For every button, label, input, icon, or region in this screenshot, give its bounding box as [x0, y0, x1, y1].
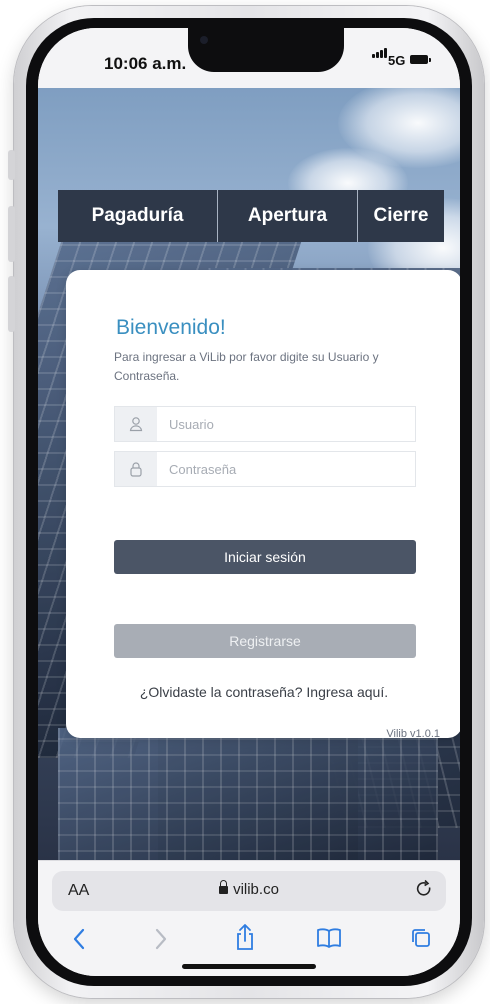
share-icon[interactable]: [234, 923, 256, 956]
url-text: vilib.co: [233, 881, 279, 898]
front-camera: [200, 36, 208, 44]
top-nav: Pagaduría Apertura Cierre: [58, 190, 444, 242]
browser-bar: AA vilib.co: [38, 860, 460, 976]
login-title: Bienvenido!: [116, 316, 226, 339]
phone-screen: 10:06 a.m. 5G Pagaduría Apertura Cierre …: [38, 28, 460, 976]
back-icon[interactable]: [72, 927, 86, 956]
lock-icon: [219, 880, 229, 895]
login-button[interactable]: Iniciar sesión: [114, 540, 416, 574]
tabs-icon[interactable]: [410, 927, 432, 954]
forgot-password-link[interactable]: ¿Olvidaste la contraseña? Ingresa aquí.: [66, 684, 460, 700]
home-indicator: [182, 964, 316, 969]
reload-icon[interactable]: [414, 879, 434, 906]
login-card: Bienvenido! Para ingresar a ViLib por fa…: [66, 270, 460, 740]
status-bar: 10:06 a.m. 5G: [38, 28, 460, 88]
username-input[interactable]: [169, 407, 399, 441]
nav-item-cierre[interactable]: Cierre: [358, 190, 444, 242]
user-icon: [115, 407, 157, 441]
browser-toolbar: [38, 923, 460, 963]
forward-icon[interactable]: [154, 927, 168, 956]
phone-side-button-volume-down: [8, 276, 15, 332]
version-label: Vilib v1.0.1: [386, 728, 440, 740]
nav-item-pagaduria[interactable]: Pagaduría: [58, 190, 218, 242]
lock-icon: [115, 452, 157, 486]
password-field[interactable]: [114, 451, 416, 487]
notch: [188, 28, 344, 72]
status-time: 10:06 a.m.: [104, 54, 187, 73]
phone-side-button-volume-up: [8, 206, 15, 262]
phone-side-button-silent: [8, 150, 15, 180]
username-field[interactable]: [114, 406, 416, 442]
battery-icon: [410, 55, 431, 64]
bookmarks-icon[interactable]: [316, 927, 342, 954]
address-bar[interactable]: AA vilib.co: [52, 871, 446, 911]
login-description: Para ingresar a ViLib por favor digite s…: [114, 350, 379, 383]
password-input[interactable]: [169, 452, 399, 486]
url-display[interactable]: vilib.co: [52, 880, 446, 898]
nav-item-apertura[interactable]: Apertura: [218, 190, 358, 242]
register-button[interactable]: Registrarse: [114, 624, 416, 658]
network-label: 5G: [388, 53, 406, 68]
